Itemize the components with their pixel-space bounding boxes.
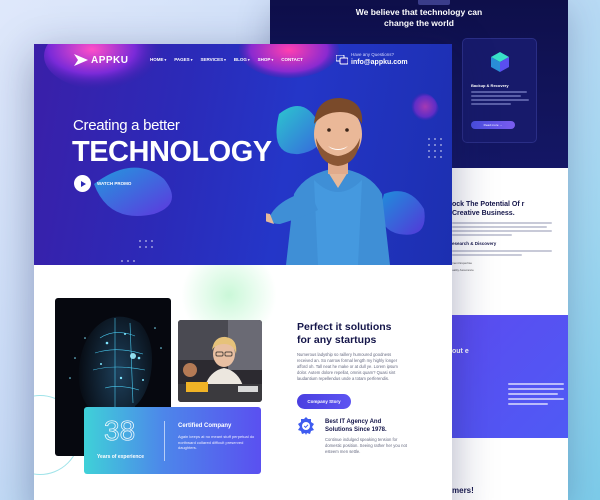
chevron-down-icon: ▾: [190, 57, 193, 62]
best-agency-title: Best IT Agency And Solutions Since 1978.: [325, 419, 387, 434]
nav-shop[interactable]: SHOP ▾: [258, 57, 274, 62]
back-headline: We believe that technology can change th…: [355, 7, 483, 28]
watch-promo-link[interactable]: WATCH PROMO: [97, 181, 131, 186]
section-title-line2: for any startups: [297, 334, 377, 346]
award-badge-icon: [298, 417, 314, 435]
card-text-line: [471, 99, 529, 101]
nav-blog[interactable]: BLOG ▾: [234, 57, 250, 62]
team-meeting-image: [178, 320, 262, 402]
hero-title: TECHNOLOGY: [72, 136, 272, 168]
contact-email[interactable]: info@appku.com: [351, 58, 408, 67]
experience-number: 38: [104, 415, 136, 447]
front-page-preview: APPKU HOME ▾ PAGES ▾ SERVICES ▾ BLOG ▾ SHOP ▾…: [34, 44, 452, 500]
nav-label: SERVICES: [200, 57, 224, 62]
play-icon: [81, 180, 86, 187]
card-text-line: [471, 95, 521, 97]
nav-label: SHOP: [257, 57, 271, 62]
chat-icon: [336, 54, 348, 64]
card-text-line: [471, 91, 527, 93]
certified-description: Again keeps at no meant stuff perpetual …: [178, 434, 255, 450]
best-title-line1: Best IT Agency And: [325, 419, 382, 425]
back-purple-line: [508, 393, 558, 395]
hero-subtitle: Creating a better: [73, 117, 180, 134]
back-section-title: ock The Potential Of r Creative Business…: [452, 201, 525, 217]
read-more-button[interactable]: Read more →: [471, 121, 515, 129]
nav-contact[interactable]: CONTACT: [281, 57, 303, 62]
logo-arrow-icon: [74, 54, 88, 66]
card-text-line: [471, 103, 511, 105]
nav-home[interactable]: HOME ▾: [150, 57, 166, 62]
back-purple-heading: out e: [452, 348, 469, 355]
back-item-quality: uality Assurance: [452, 268, 474, 272]
nav-label: BLOG: [233, 57, 247, 62]
hero-person-image: [266, 98, 390, 265]
back-text-line: [452, 254, 522, 256]
back-text-line: [452, 250, 552, 252]
main-nav: HOME ▾ PAGES ▾ SERVICES ▾ BLOG ▾ SHOP ▾ CONTA…: [150, 57, 303, 62]
section-title: Perfect it solutions for any startups: [297, 321, 392, 347]
back-text-line: [452, 234, 512, 236]
nav-services[interactable]: SERVICES ▾: [200, 57, 225, 62]
nav-pages[interactable]: PAGES ▾: [174, 57, 192, 62]
back-text-line: [452, 226, 547, 228]
back-bottom-heading: mers!: [452, 486, 474, 495]
nav-label: PAGES: [174, 57, 190, 62]
header-contact[interactable]: Have any Questions? info@appku.com: [336, 52, 408, 67]
back-text-line: [452, 230, 552, 232]
back-item-research: esearch & Discovery: [452, 241, 497, 246]
chevron-down-icon: ▾: [224, 57, 226, 62]
section-description: Numerous ladyship so raillery humoured g…: [297, 352, 398, 381]
logo-text: APPKU: [91, 54, 129, 66]
back-top-chip: [418, 0, 450, 5]
hero-section: APPKU HOME ▾ PAGES ▾ SERVICES ▾ BLOG ▾ SHOP ▾…: [34, 44, 452, 265]
back-text-line: [452, 222, 552, 224]
backup-service-card[interactable]: Backup & Recovery Read more →: [462, 38, 537, 143]
back-purple-line: [508, 398, 564, 400]
chevron-down-icon: ▾: [247, 57, 250, 62]
card-divider: [164, 421, 165, 461]
best-agency-description: Continue indulged speaking tension for d…: [325, 437, 407, 454]
back-purple-line: [508, 388, 564, 390]
experience-label: Years of experience: [97, 454, 144, 460]
back-purple-section: [452, 315, 568, 438]
nav-label: CONTACT: [281, 57, 303, 62]
card-title: Backup & Recovery: [471, 83, 509, 88]
experience-card: 38 Years of experience Certified Company…: [84, 407, 261, 474]
play-button[interactable]: [74, 175, 91, 192]
back-item-expertise: ment Expertise: [452, 261, 473, 265]
best-title-line2: Solutions Since 1978.: [325, 426, 387, 433]
cube-stack-icon: [491, 52, 509, 72]
site-logo[interactable]: APPKU: [74, 54, 129, 66]
back-purple-line: [508, 403, 548, 405]
company-story-button[interactable]: Company Story: [297, 394, 351, 409]
about-section: 38 Years of experience Certified Company…: [34, 265, 452, 500]
back-purple-line: [508, 383, 564, 385]
chevron-down-icon: ▾: [164, 57, 167, 62]
nav-label: HOME: [150, 57, 164, 62]
section-title-line1: Perfect it solutions: [297, 321, 392, 333]
certified-title: Certified Company: [178, 423, 232, 429]
chevron-down-icon: ▾: [271, 57, 274, 62]
